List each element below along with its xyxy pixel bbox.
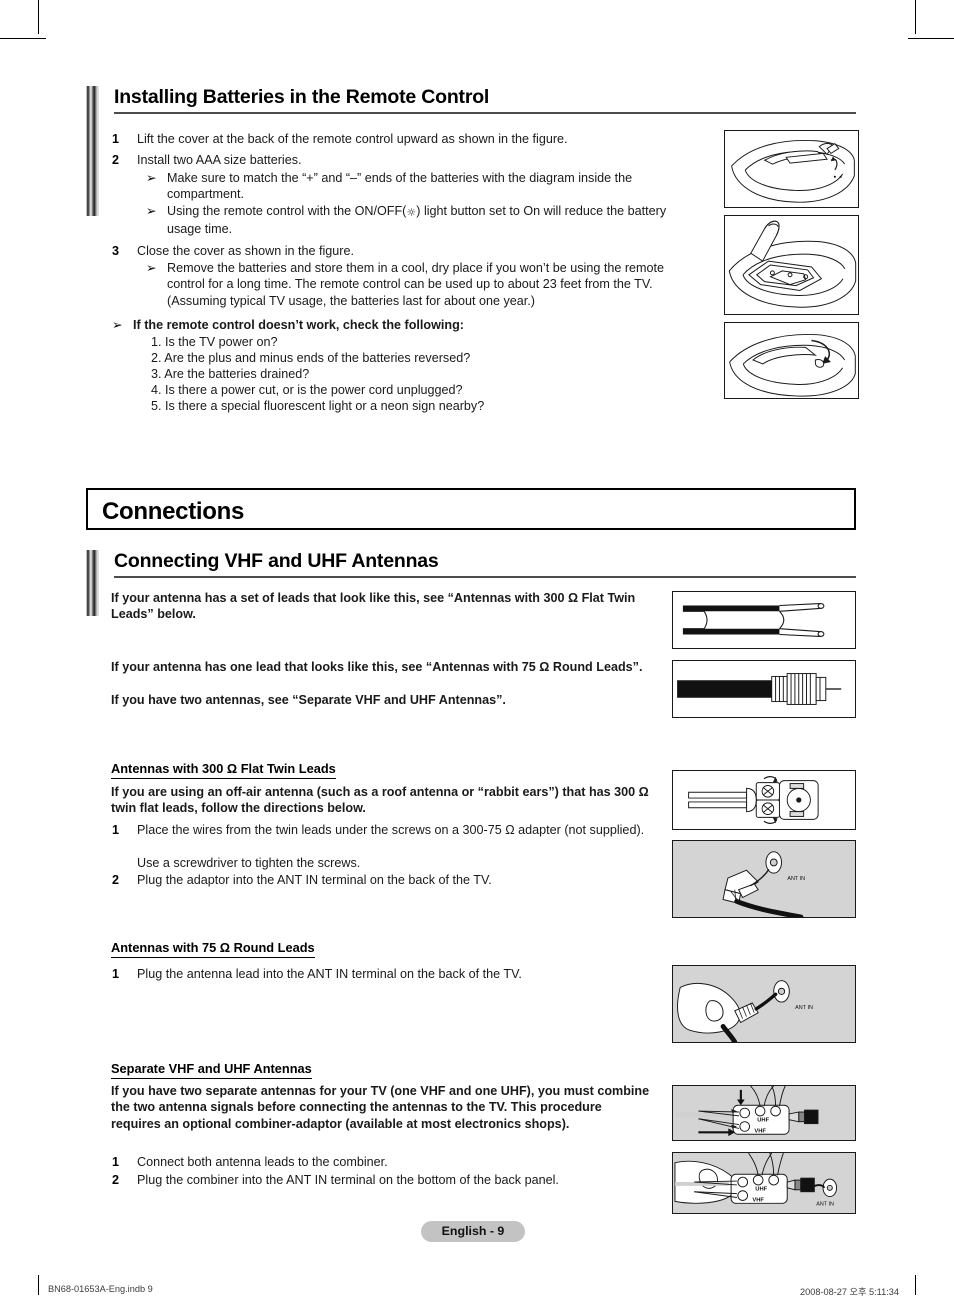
troubleshooting-item: 4. Is there a power cut, or is the power…	[151, 383, 463, 397]
chapter-connections-box: Connections	[86, 488, 856, 530]
remote-cover-close-illustration	[724, 322, 859, 399]
vhf-figure-label: VHF	[752, 1197, 764, 1203]
section-accent-bar	[86, 550, 99, 616]
step-text: Plug the combiner into the ANT IN termin…	[137, 1173, 559, 1187]
antenna-intro-paragraph-1: If your antenna has a set of leads that …	[111, 591, 636, 622]
300-to-75-ohm-adapter-illustration	[672, 770, 856, 830]
antenna-intro-paragraph-2-line-1: If your antenna has one lead that looks …	[111, 660, 643, 674]
step-number: 1	[112, 132, 120, 146]
footer-timestamp: 2008-08-27 오후 5:11:34	[800, 1287, 899, 1297]
ant-in-figure-label: ANT IN	[787, 876, 805, 882]
onoff-text-pre: Using the remote control with the ON/OFF…	[167, 204, 407, 218]
step-bullet-text: Using the remote control with the ON/OFF…	[167, 203, 672, 238]
troubleshooting-heading: If the remote control doesn’t work, chec…	[133, 318, 464, 332]
step-number: 1	[112, 1155, 120, 1169]
lamp-icon: ☼	[406, 206, 417, 219]
combiner-adaptor-wiring-illustration: UHF VHF	[672, 1085, 856, 1141]
antenna-intro-paragraph-2-line-2: If you have two antennas, see “Separate …	[111, 693, 506, 707]
bullet-arrow-icon: ➢	[146, 170, 157, 185]
subsection-separate-intro: If you have two separate antennas for yo…	[111, 1084, 650, 1131]
title-underline-rule	[114, 576, 856, 578]
uhf-figure-label: UHF	[757, 1118, 769, 1124]
section-title: Connecting VHF and UHF Antennas	[114, 550, 439, 572]
title-underline-rule	[114, 112, 856, 114]
page-title: Installing Batteries in the Remote Contr…	[114, 86, 490, 108]
remote-cover-lift-illustration	[724, 130, 859, 208]
combiner-into-ant-in-illustration: UHF VHF ANT IN	[672, 1152, 856, 1214]
chapter-title: Connections	[102, 498, 245, 525]
adapter-into-ant-in-illustration: ANT IN	[672, 840, 856, 918]
step-bullet-text: Remove the batteries and store them in a…	[167, 261, 665, 308]
step-text-continued: Use a screwdriver to tighten the screws.	[137, 856, 361, 870]
round-coaxial-connector-illustration	[672, 660, 856, 718]
step-number: 3	[112, 244, 120, 258]
section-installing-batteries-header: Installing Batteries in the Remote Contr…	[86, 86, 856, 216]
manual-page: Installing Batteries in the Remote Contr…	[0, 0, 954, 1310]
section-connecting-antennas-header: Connecting VHF and UHF Antennas	[86, 550, 856, 616]
subhead-300-ohm-flat-twin-leads: Antennas with 300 Ω Flat Twin Leads	[111, 761, 336, 779]
troubleshooting-item: 2. Are the plus and minus ends of the ba…	[151, 351, 471, 365]
flat-twin-lead-cable-illustration	[672, 591, 856, 649]
remote-battery-compartment-illustration	[724, 215, 859, 315]
footer-separator-left	[38, 1275, 39, 1295]
vhf-figure-label: VHF	[754, 1128, 766, 1134]
troubleshooting-item: 3. Are the batteries drained?	[151, 367, 310, 381]
ant-in-figure-label: ANT IN	[816, 1201, 834, 1207]
step-text: Plug the adaptor into the ANT IN termina…	[137, 873, 492, 887]
troubleshooting-item: 1. Is the TV power on?	[151, 335, 278, 349]
uhf-figure-label: UHF	[755, 1187, 767, 1193]
page-number-badge: English - 9	[421, 1221, 525, 1242]
section-accent-bar	[86, 86, 99, 216]
step-bullet-text: Make sure to match the “+” and “–” ends …	[167, 171, 633, 202]
step-number: 1	[112, 967, 120, 981]
step-text: Install two AAA size batteries.	[137, 153, 302, 167]
bullet-arrow-icon: ➢	[146, 260, 157, 275]
step-number: 2	[112, 873, 120, 887]
footer-file-name: BN68-01653A-Eng.indb 9	[48, 1284, 153, 1294]
troubleshooting-item: 5. Is there a special fluorescent light …	[151, 399, 485, 413]
step-number: 2	[112, 153, 120, 167]
bullet-arrow-icon: ➢	[146, 203, 157, 218]
bullet-arrow-icon: ➢	[112, 317, 123, 332]
ant-in-figure-label: ANT IN	[795, 1005, 813, 1011]
subhead-separate-vhf-uhf-antennas: Separate VHF and UHF Antennas	[111, 1061, 312, 1079]
subhead-75-ohm-round-leads: Antennas with 75 Ω Round Leads	[111, 940, 315, 958]
step-number: 2	[112, 1173, 120, 1187]
step-text: Connect both antenna leads to the combin…	[137, 1155, 388, 1169]
step-text: Place the wires from the twin leads unde…	[137, 823, 645, 837]
subsection-300-intro: If you are using an off-air antenna (suc…	[111, 785, 649, 816]
step-text: Close the cover as shown in the figure.	[137, 244, 355, 258]
footer-separator-right	[915, 1275, 916, 1295]
step-number: 1	[112, 823, 120, 837]
step-text: Plug the antenna lead into the ANT IN te…	[137, 967, 522, 981]
step-text: Lift the cover at the back of the remote…	[137, 132, 568, 146]
hand-plugging-coax-into-ant-in-illustration: ANT IN	[672, 965, 856, 1043]
